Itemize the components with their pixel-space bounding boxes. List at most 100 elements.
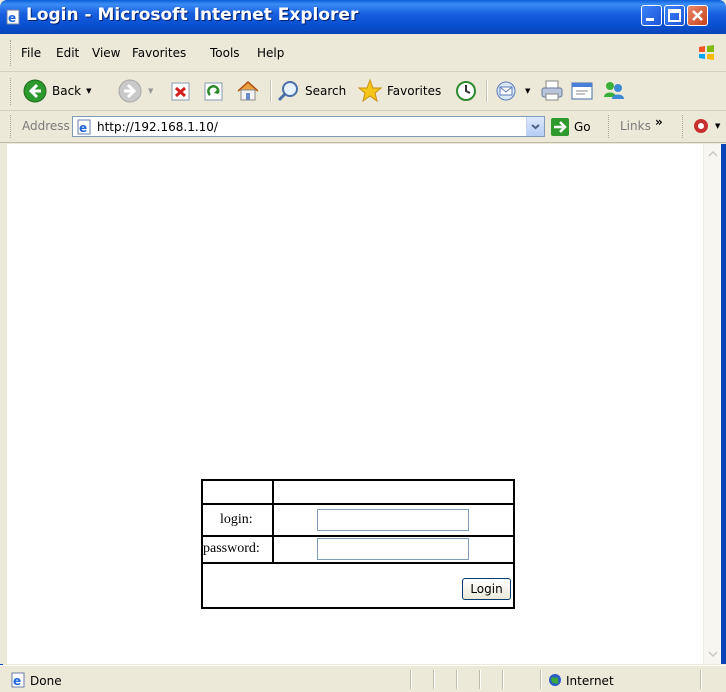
print-button[interactable]	[539, 77, 565, 105]
go-label: Go	[574, 120, 591, 134]
search-icon	[277, 81, 298, 102]
ie-page-icon: e	[11, 672, 25, 688]
mail-icon	[496, 81, 516, 101]
title-bar[interactable]: e Login - Microsoft Internet Explorer	[0, 0, 726, 34]
minimize-icon	[646, 18, 654, 21]
extra-dropdown-icon[interactable]: ▼	[715, 122, 720, 130]
search-button[interactable]: Search	[277, 77, 346, 105]
viewport-left-edge	[0, 144, 7, 664]
refresh-icon	[204, 82, 223, 101]
toolbar-grip[interactable]	[10, 78, 14, 105]
login-button[interactable]: Login	[462, 578, 511, 600]
stop-icon	[171, 82, 190, 101]
favorites-label: Favorites	[387, 84, 442, 98]
status-panel	[502, 670, 504, 689]
vertical-scrollbar[interactable]	[703, 144, 721, 664]
close-icon	[692, 10, 703, 21]
back-button[interactable]: Back ▼	[22, 77, 92, 105]
toolbar-separator	[486, 80, 488, 102]
print-icon	[541, 80, 563, 101]
menu-help[interactable]: Help	[257, 46, 284, 60]
go-button[interactable]: Go	[550, 116, 591, 138]
login-form: login: password: Login	[201, 479, 515, 609]
maximize-button[interactable]	[664, 5, 685, 26]
address-grip[interactable]	[10, 115, 14, 138]
address-bar: Address e http://192.168.1.10/ Go Links …	[0, 111, 726, 143]
forward-button[interactable]: ▼	[117, 77, 153, 105]
security-zone: Internet	[566, 674, 614, 688]
table-divider	[272, 505, 274, 535]
chevron-down-icon	[708, 651, 718, 658]
ie-page-icon: e	[6, 9, 20, 25]
menu-favorites[interactable]: Favorites	[132, 46, 186, 60]
status-bar: e Done Internet	[0, 665, 726, 692]
menu-bar: File Edit View Favorites Tools Help	[0, 34, 726, 72]
back-arrow-icon	[23, 79, 47, 103]
login-label: login:	[220, 512, 253, 527]
submit-row: Login	[203, 564, 513, 607]
menu-view[interactable]: View	[92, 46, 120, 60]
chevron-right-double-icon[interactable]: »	[655, 115, 663, 129]
links-label[interactable]: Links	[620, 119, 651, 133]
status-panel	[540, 670, 542, 689]
mail-button[interactable]: ▼	[494, 77, 530, 105]
mail-dropdown-icon[interactable]: ▼	[525, 87, 530, 95]
resize-grip[interactable]	[700, 670, 702, 689]
toolbar-extension-icon	[694, 119, 708, 133]
window-title: Login - Microsoft Internet Explorer	[26, 5, 359, 25]
back-dropdown-icon[interactable]: ▼	[86, 87, 91, 95]
status-panel	[456, 670, 458, 689]
messenger-icon	[604, 82, 624, 99]
menu-tools[interactable]: Tools	[210, 46, 240, 60]
standard-toolbar: Back ▼ ▼ Search Favorites ▼	[0, 72, 726, 111]
favorites-button[interactable]: Favorites	[357, 77, 441, 105]
home-icon	[237, 80, 259, 101]
minimize-button[interactable]	[641, 5, 662, 26]
windows-logo-icon	[699, 45, 714, 60]
address-input[interactable]: e http://192.168.1.10/	[72, 116, 545, 137]
internet-globe-icon	[549, 674, 561, 686]
edit-button[interactable]	[570, 77, 596, 105]
ie-page-icon: e	[77, 119, 91, 135]
menu-grip[interactable]	[10, 40, 14, 66]
scroll-down-button[interactable]	[705, 646, 721, 663]
history-icon	[456, 81, 476, 101]
table-divider	[272, 537, 274, 562]
menu-edit[interactable]: Edit	[56, 46, 79, 60]
stop-button[interactable]	[170, 77, 192, 105]
refresh-button[interactable]	[203, 77, 225, 105]
extra-toolbar-button[interactable]: ▼	[692, 117, 720, 135]
close-button[interactable]	[687, 5, 708, 26]
back-label: Back	[52, 84, 82, 98]
svg-text:e: e	[13, 674, 21, 688]
links-grip[interactable]	[608, 115, 612, 138]
maximize-icon	[668, 9, 681, 22]
svg-text:e: e	[79, 121, 87, 135]
forward-arrow-icon	[118, 79, 142, 103]
menu-file[interactable]: File	[21, 46, 41, 60]
home-button[interactable]	[236, 77, 260, 105]
login-input[interactable]	[317, 509, 469, 531]
extra-grip[interactable]	[682, 115, 686, 138]
password-label: password:	[203, 541, 260, 556]
status-panel	[433, 670, 435, 689]
forward-dropdown-icon[interactable]: ▼	[148, 87, 153, 95]
password-input[interactable]	[317, 538, 469, 560]
favorites-star-icon	[357, 78, 383, 103]
edit-page-icon	[571, 82, 593, 100]
table-divider	[272, 481, 274, 503]
window-border-right	[721, 144, 726, 664]
messenger-button[interactable]	[601, 77, 627, 105]
search-label: Search	[305, 84, 347, 98]
address-label: Address	[22, 119, 70, 133]
address-dropdown-button[interactable]	[526, 117, 544, 136]
address-url: http://192.168.1.10/	[97, 120, 218, 134]
login-row: login:	[203, 505, 513, 537]
scroll-up-button[interactable]	[705, 145, 721, 162]
go-arrow-icon	[551, 118, 569, 136]
toolbar-separator	[270, 80, 272, 102]
chevron-down-icon	[531, 124, 540, 130]
password-row: password:	[203, 537, 513, 564]
svg-text:e: e	[8, 11, 16, 25]
history-button[interactable]	[454, 77, 478, 105]
